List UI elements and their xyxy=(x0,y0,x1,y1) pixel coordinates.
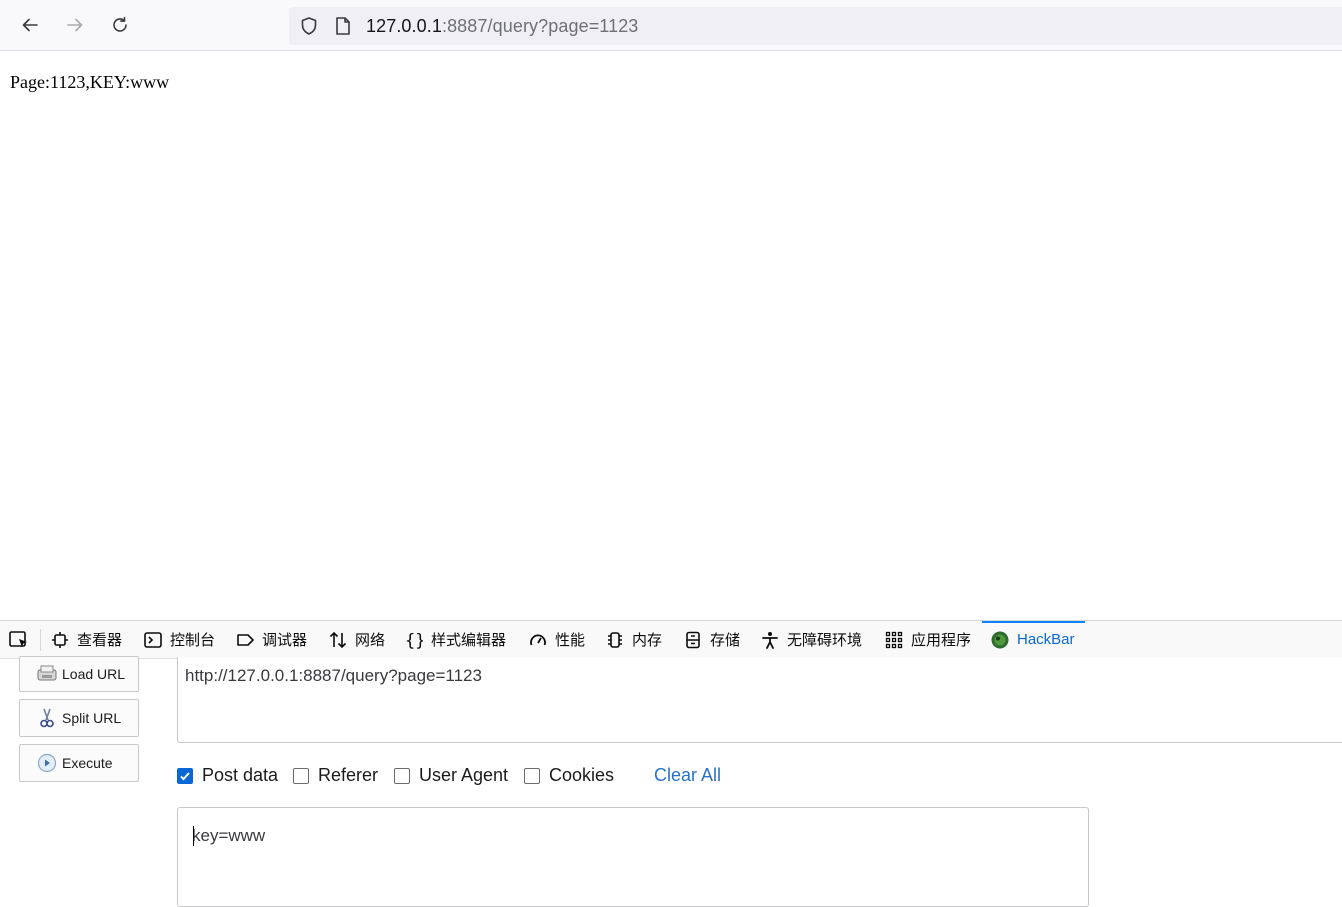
browser-toolbar: 127.0.0.1:8887/query?page=1123 xyxy=(0,0,1342,51)
memory-icon xyxy=(608,631,622,648)
forward-button[interactable] xyxy=(59,9,91,41)
url-host: 127.0.0.1 xyxy=(366,16,442,36)
post-data-value: key=www xyxy=(192,826,266,845)
storage-icon xyxy=(686,631,700,648)
accessibility-icon xyxy=(762,631,778,649)
play-icon xyxy=(37,753,57,773)
referer-label: Referer xyxy=(318,765,379,785)
console-icon xyxy=(144,631,162,648)
post-data-checkbox[interactable]: Post data xyxy=(177,765,278,786)
load-url-icon xyxy=(37,665,57,681)
cookies-label: Cookies xyxy=(549,765,615,785)
tab-debugger[interactable]: 调试器 xyxy=(236,621,307,658)
split-url-button[interactable]: Split URL xyxy=(19,699,139,737)
performance-icon xyxy=(530,634,546,645)
tab-label: HackBar xyxy=(1017,631,1075,648)
execute-label: Execute xyxy=(62,755,113,771)
hackbar-url-textarea[interactable]: http://127.0.0.1:8887/query?page=1123 xyxy=(177,657,1342,743)
hackbar-url-value: http://127.0.0.1:8887/query?page=1123 xyxy=(185,666,482,685)
post-data-label: Post data xyxy=(202,765,279,785)
tab-hackbar[interactable]: HackBar xyxy=(982,621,1085,658)
hackbar-icon xyxy=(991,631,1009,648)
devtools-tab-bar: 查看器 控制台 调试器 网络 {} 样式编辑器 性能 内存 存储 xyxy=(0,621,1342,659)
cookies-checkbox[interactable]: Cookies xyxy=(524,765,614,786)
checkbox[interactable] xyxy=(293,767,309,784)
forward-arrow-icon xyxy=(67,18,83,32)
referer-checkbox[interactable]: Referer xyxy=(293,765,378,786)
tab-label: 无障碍环境 xyxy=(787,632,863,649)
tab-performance[interactable]: 性能 xyxy=(529,621,585,658)
style-editor-icon: {} xyxy=(405,631,423,649)
page-icon[interactable] xyxy=(334,16,352,36)
devtools-separator xyxy=(40,629,41,651)
tab-label: 性能 xyxy=(555,632,586,649)
tab-accessibility[interactable]: 无障碍环境 xyxy=(761,621,862,658)
tab-label: 控制台 xyxy=(170,632,216,649)
tab-label: 存储 xyxy=(710,632,741,649)
network-icon xyxy=(329,631,347,648)
checkbox-checked[interactable] xyxy=(177,767,193,784)
tab-label: 调试器 xyxy=(262,632,308,649)
tab-label: 样式编辑器 xyxy=(431,632,507,649)
reload-button[interactable] xyxy=(104,9,136,41)
checkbox[interactable] xyxy=(524,767,540,784)
reload-icon xyxy=(113,16,127,32)
element-picker-icon[interactable] xyxy=(8,630,30,650)
tab-label: 内存 xyxy=(632,632,663,649)
url-text[interactable]: 127.0.0.1:8887/query?page=1123 xyxy=(366,16,638,37)
debugger-icon xyxy=(237,633,254,646)
tab-style-editor[interactable]: {} 样式编辑器 xyxy=(405,621,506,658)
back-button[interactable] xyxy=(14,9,46,41)
back-arrow-icon xyxy=(22,18,38,32)
post-data-textarea[interactable]: key=www xyxy=(177,807,1089,907)
tab-storage[interactable]: 存储 xyxy=(684,621,740,658)
url-path: :8887/query?page=1123 xyxy=(441,16,639,36)
tab-network[interactable]: 网络 xyxy=(329,621,385,658)
tab-label: 查看器 xyxy=(77,632,123,649)
user-agent-label: User Agent xyxy=(419,765,509,785)
clear-all-link[interactable]: Clear All xyxy=(654,765,721,786)
tab-console[interactable]: 控制台 xyxy=(144,621,215,658)
tab-label: 应用程序 xyxy=(911,632,972,649)
shield-icon[interactable] xyxy=(299,16,319,36)
text-caret xyxy=(193,826,194,846)
execute-button[interactable]: Execute xyxy=(19,744,139,782)
checkmark-icon xyxy=(180,771,190,780)
tab-inspector[interactable]: 查看器 xyxy=(51,621,122,658)
tab-memory[interactable]: 内存 xyxy=(606,621,662,658)
application-icon xyxy=(885,631,903,648)
inspector-icon xyxy=(52,631,68,648)
split-url-label: Split URL xyxy=(62,710,122,726)
tab-label: 网络 xyxy=(355,632,386,649)
url-bar[interactable]: 127.0.0.1:8887/query?page=1123 xyxy=(289,7,1342,45)
checkbox[interactable] xyxy=(394,767,410,784)
tab-application[interactable]: 应用程序 xyxy=(885,621,971,658)
scissors-icon xyxy=(40,708,54,728)
load-url-button[interactable]: Load URL xyxy=(19,656,139,692)
user-agent-checkbox[interactable]: User Agent xyxy=(394,765,508,786)
page-output-text: Page:1123,KEY:www xyxy=(10,72,170,92)
load-url-label: Load URL xyxy=(62,666,126,682)
svg-text:{}: {} xyxy=(405,631,423,649)
